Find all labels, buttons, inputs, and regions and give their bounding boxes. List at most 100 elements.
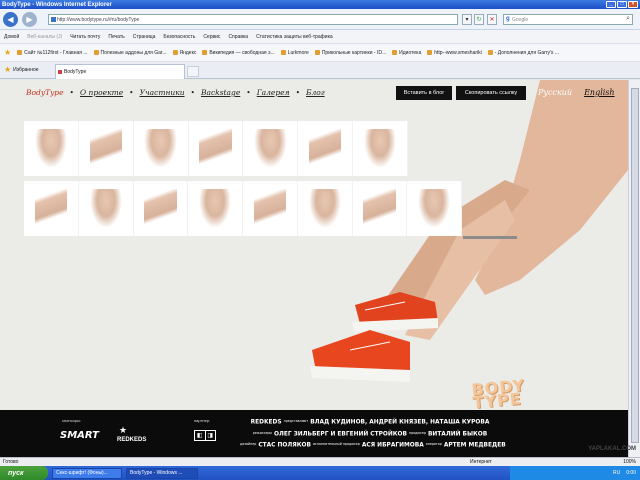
- cmd-tools[interactable]: Сервис: [203, 34, 220, 40]
- letters-scroll-indicator[interactable]: [463, 236, 517, 239]
- google-icon: g: [506, 16, 510, 22]
- cmd-help[interactable]: Справка: [228, 34, 248, 40]
- cmd-print[interactable]: Печать: [108, 34, 124, 40]
- nav-blog[interactable]: Блог: [306, 88, 325, 97]
- fav-item[interactable]: http--www.smeshariki: [427, 50, 482, 56]
- smart-logo[interactable]: SMART: [60, 430, 99, 441]
- command-bar: Домой Веб-каналы (J) Читать почту Печать…: [0, 30, 640, 44]
- cmd-mail[interactable]: Читать почту: [70, 34, 100, 40]
- credit-text: ВЛАД КУДИНОВ, АНДРЕЙ КНЯЗЕВ, НАТАША КУРО…: [310, 417, 490, 426]
- window-title: BodyType - Windows Internet Explorer: [2, 1, 112, 8]
- credit-text: ВИТАЛИЙ БЫКОВ: [427, 429, 488, 437]
- new-tab-button[interactable]: [187, 66, 199, 77]
- address-input[interactable]: http://www.bodytype.ru/#ru/bodyType: [48, 14, 458, 25]
- copy-link-button[interactable]: Скопировать ссылку: [456, 86, 526, 100]
- cmd-page[interactable]: Страница: [133, 34, 156, 40]
- zoom-level[interactable]: 100%: [623, 459, 636, 465]
- fav-icon: [93, 50, 99, 55]
- letter-pose: [34, 129, 68, 168]
- add-favorite-icon[interactable]: ★: [4, 48, 11, 57]
- body-letter[interactable]: [353, 181, 408, 236]
- address-bar-row: ◀ ▶ http://www.bodytype.ru/#ru/bodyType …: [0, 9, 640, 30]
- nav-backstage[interactable]: Backstage: [201, 88, 240, 97]
- credit-role: продюсер: [408, 430, 426, 435]
- partner-logo[interactable]: ◧ ◨: [194, 430, 216, 441]
- body-letter[interactable]: [298, 121, 354, 176]
- system-tray: RU 0:00: [510, 466, 640, 480]
- tab-bodytype[interactable]: BodyType: [55, 64, 185, 79]
- lang-ru[interactable]: Русский: [538, 88, 572, 97]
- fav-item[interactable]: Идиотека: [392, 50, 421, 56]
- body-letter[interactable]: [24, 121, 79, 176]
- body-letter[interactable]: [24, 181, 79, 236]
- scrollbar-thumb[interactable]: [631, 88, 639, 443]
- cmd-stats[interactable]: Статистика защиты веб-трафика: [256, 34, 333, 40]
- credit-role: режиссеры: [252, 430, 272, 435]
- body-letter[interactable]: [134, 121, 189, 176]
- body-letter[interactable]: [407, 181, 462, 236]
- fav-item[interactable]: Википедия — свободная э...: [202, 50, 275, 56]
- fav-item[interactable]: Lurkmore: [280, 50, 309, 56]
- fav-item[interactable]: - Дополнения для Garry's ...: [487, 50, 559, 56]
- status-bar: Готово Интернет 100%: [0, 457, 640, 466]
- refresh-button[interactable]: ↻: [474, 14, 484, 25]
- minimize-button[interactable]: _: [606, 1, 616, 8]
- fav-item[interactable]: Яндекс: [172, 50, 196, 56]
- taskbar-item-active[interactable]: BodyType - Windows ...: [126, 467, 198, 479]
- letter-pose: [254, 129, 287, 168]
- body-letter[interactable]: [188, 181, 243, 236]
- body-letter[interactable]: [353, 121, 409, 176]
- body-letter[interactable]: [298, 181, 353, 236]
- sponsors-label: спонсоры:: [62, 418, 82, 423]
- nav-separator: •: [295, 88, 301, 97]
- nav-members[interactable]: Участники: [140, 88, 185, 97]
- body-letter[interactable]: [134, 181, 189, 236]
- search-icon[interactable]: ⌕: [626, 15, 630, 23]
- embed-blog-button[interactable]: Вставить в блог: [396, 86, 452, 100]
- close-button[interactable]: ×: [628, 1, 638, 8]
- cmd-feeds[interactable]: Веб-каналы (J): [27, 34, 62, 40]
- redkeds-logo[interactable]: REDKEDS: [117, 437, 146, 443]
- page-scrollbar[interactable]: [628, 80, 640, 457]
- credits-line: REDKEDS представляют ВЛАД КУДИНОВ, АНДРЕ…: [240, 416, 500, 428]
- cmd-home[interactable]: Домой: [4, 34, 19, 40]
- fav-icon: [487, 50, 493, 55]
- stop-button[interactable]: ✕: [487, 14, 497, 25]
- language-indicator[interactable]: RU: [613, 470, 620, 476]
- taskbar-item[interactable]: Секс-шрифт! (Фоны)...: [52, 467, 122, 479]
- favorites-button[interactable]: ★ Избранное: [4, 65, 39, 74]
- letter-pose: [363, 129, 397, 168]
- body-letter[interactable]: [79, 121, 134, 176]
- back-button[interactable]: ◀: [3, 12, 18, 27]
- body-letter[interactable]: [243, 121, 299, 176]
- fav-icon: [392, 50, 398, 55]
- nav-gallery[interactable]: Галерея: [257, 88, 290, 97]
- tab-bar: ★ Избранное BodyType: [0, 62, 640, 79]
- fav-item[interactable]: Сайт №112first - Главная ...: [17, 50, 88, 56]
- body-letter[interactable]: [243, 181, 298, 236]
- fav-label: Полезные аддоны для Gar...: [100, 49, 167, 56]
- forward-button[interactable]: ▶: [22, 12, 37, 27]
- brand-link[interactable]: BodyType: [26, 88, 64, 97]
- letter-pose: [199, 189, 232, 228]
- nav-about[interactable]: О проекте: [80, 88, 123, 97]
- body-letter[interactable]: [79, 181, 134, 236]
- start-button[interactable]: пуск: [0, 466, 48, 480]
- body-letter[interactable]: [189, 121, 244, 176]
- letter-pose: [89, 129, 122, 168]
- fav-item[interactable]: Прикольные картинки - ID...: [314, 50, 386, 56]
- lang-en[interactable]: English: [584, 88, 615, 97]
- search-input[interactable]: g Google ⌕: [503, 14, 633, 25]
- maximize-button[interactable]: □: [617, 1, 627, 8]
- credit-text: ОЛЕГ ЗИЛЬБЕРГ И ЕВГЕНИЙ СТРОЙКОВ: [274, 429, 407, 437]
- fav-item[interactable]: Полезные аддоны для Gar...: [93, 49, 167, 56]
- cmd-safety[interactable]: Безопасность: [163, 34, 195, 40]
- partner-logo-mark-icon: ◧: [195, 431, 206, 440]
- nav-separator: •: [190, 88, 195, 97]
- letter-pose: [363, 189, 396, 228]
- dropdown-button[interactable]: ▾: [462, 14, 472, 25]
- tab-favicon-icon: [58, 70, 62, 74]
- security-zone: Интернет: [470, 459, 492, 465]
- credit-text: СТАС ПОЛЯКОВ: [258, 440, 311, 449]
- nav-separator: •: [129, 88, 134, 97]
